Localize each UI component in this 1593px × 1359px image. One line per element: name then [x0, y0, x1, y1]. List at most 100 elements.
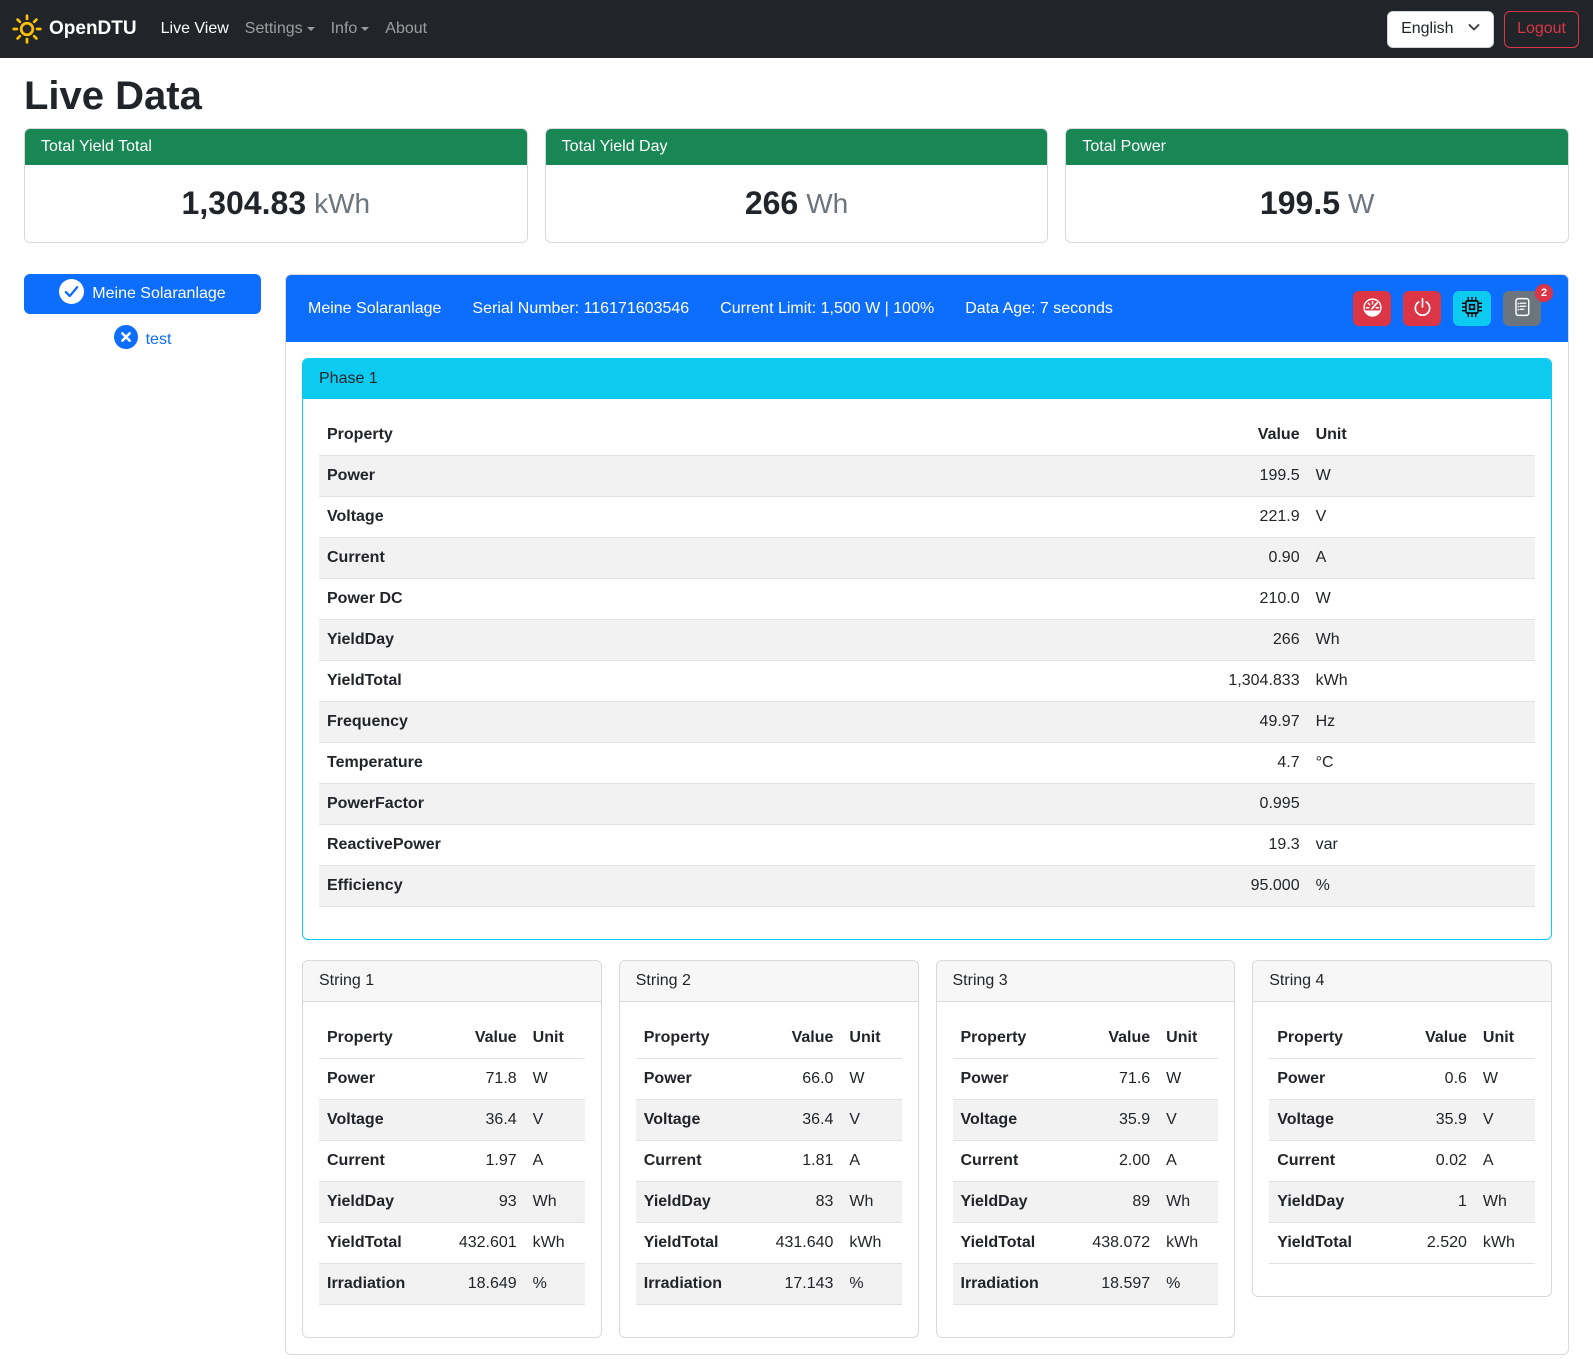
property-cell: Power: [319, 456, 1128, 497]
logout-button[interactable]: Logout: [1504, 11, 1579, 48]
table-row: YieldDay266Wh: [319, 620, 1535, 661]
summary-card-body: 1,304.83 kWh: [25, 165, 527, 242]
unit-cell: V: [1308, 497, 1535, 538]
table-row: PowerFactor0.995: [319, 784, 1535, 825]
unit-cell: °C: [1308, 743, 1535, 784]
property-cell: Irradiation: [636, 1264, 746, 1305]
summary-card-body: 266 Wh: [546, 165, 1048, 242]
value-cell: 36.4: [746, 1100, 842, 1141]
unit-cell: %: [1308, 866, 1535, 907]
unit-cell: Hz: [1308, 702, 1535, 743]
nav-item-label: About: [385, 20, 427, 38]
value-cell: 17.143: [746, 1264, 842, 1305]
unit-cell: Wh: [1475, 1182, 1535, 1223]
string-card-header: String 1: [303, 961, 601, 1002]
property-cell: YieldDay: [1269, 1182, 1379, 1223]
column-header-unit: Unit: [1475, 1018, 1535, 1059]
phase-table: Property Value Unit Power199.5WVoltage22…: [319, 415, 1535, 907]
property-cell: ReactivePower: [319, 825, 1128, 866]
column-header-unit: Unit: [1308, 415, 1535, 456]
phase-card-header: Phase 1: [303, 359, 1551, 399]
unit-cell: %: [841, 1264, 901, 1305]
unit-cell: A: [1158, 1141, 1218, 1182]
column-header-value: Value: [746, 1018, 842, 1059]
language-select[interactable]: English: [1387, 11, 1494, 48]
unit-cell: kWh: [1308, 661, 1535, 702]
unit-cell: Wh: [1308, 620, 1535, 661]
summary-cards-row: Total Yield Total 1,304.83 kWh Total Yie…: [24, 128, 1569, 243]
property-cell: YieldTotal: [319, 1223, 429, 1264]
summary-card-total-power: Total Power 199.5 W: [1065, 128, 1569, 243]
value-cell: 221.9: [1128, 497, 1308, 538]
sidebar-item-test[interactable]: test: [24, 325, 261, 354]
inverter-card-body: Phase 1 Property Value Unit: [286, 342, 1568, 1354]
unit-cell: Wh: [525, 1182, 585, 1223]
device-info-button[interactable]: [1453, 291, 1491, 326]
property-cell: YieldTotal: [1269, 1223, 1379, 1264]
nav-item-info[interactable]: Info: [323, 12, 378, 46]
value-cell: 2.00: [1063, 1141, 1159, 1182]
string-table: Property Value Unit Power0.6WVoltage35.9…: [1269, 1018, 1535, 1264]
table-row: YieldTotal438.072kWh: [953, 1223, 1219, 1264]
inverter-data-age: Data Age: 7 seconds: [965, 300, 1113, 318]
property-cell: Current: [636, 1141, 746, 1182]
inverter-card: Meine Solaranlage Serial Number: 1161716…: [285, 274, 1569, 1355]
unit-cell: [1308, 784, 1535, 825]
value-cell: 1.97: [429, 1141, 525, 1182]
unit-cell: kWh: [1158, 1223, 1218, 1264]
string-card-body: Property Value Unit Power71.8WVoltage36.…: [303, 1002, 601, 1337]
unit-cell: V: [841, 1100, 901, 1141]
nav-item-about[interactable]: About: [377, 12, 435, 46]
value-cell: 1,304.833: [1128, 661, 1308, 702]
value-cell: 0.02: [1379, 1141, 1475, 1182]
x-circle-icon: [114, 325, 138, 354]
unit-cell: A: [1475, 1141, 1535, 1182]
value-cell: 95.000: [1128, 866, 1308, 907]
brand[interactable]: OpenDTU: [12, 14, 137, 44]
column-header-value: Value: [429, 1018, 525, 1059]
check-circle-icon: [59, 279, 84, 309]
value-cell: 438.072: [1063, 1223, 1159, 1264]
string-table: Property Value Unit Power71.6WVoltage35.…: [953, 1018, 1219, 1305]
table-row: YieldDay83Wh: [636, 1182, 902, 1223]
event-log-button[interactable]: 2: [1503, 291, 1541, 326]
table-row: Voltage35.9V: [1269, 1100, 1535, 1141]
nav-item-live-view[interactable]: Live View: [153, 12, 237, 46]
property-cell: YieldTotal: [319, 661, 1128, 702]
power-settings-button[interactable]: [1403, 291, 1441, 326]
summary-card-title: Total Power: [1066, 129, 1568, 165]
column-header-property: Property: [319, 1018, 429, 1059]
column-header-unit: Unit: [525, 1018, 585, 1059]
property-cell: Efficiency: [319, 866, 1128, 907]
event-count-badge: 2: [1535, 284, 1553, 302]
table-row: Power71.8W: [319, 1059, 585, 1100]
table-row: YieldDay93Wh: [319, 1182, 585, 1223]
string-table: Property Value Unit Power71.8WVoltage36.…: [319, 1018, 585, 1305]
summary-card-body: 199.5 W: [1066, 165, 1568, 242]
column-header-property: Property: [319, 415, 1128, 456]
nav-item-label: Info: [331, 20, 358, 38]
summary-card-value: 199.5: [1260, 185, 1340, 222]
table-row: Voltage221.9V: [319, 497, 1535, 538]
table-row: Current0.90A: [319, 538, 1535, 579]
table-row: Efficiency95.000%: [319, 866, 1535, 907]
property-cell: YieldDay: [953, 1182, 1063, 1223]
limit-settings-button[interactable]: [1353, 291, 1391, 326]
table-row: YieldTotal432.601kWh: [319, 1223, 585, 1264]
unit-cell: V: [525, 1100, 585, 1141]
table-row: Irradiation18.649%: [319, 1264, 585, 1305]
column-header-value: Value: [1379, 1018, 1475, 1059]
string-card-header: String 3: [937, 961, 1235, 1002]
caret-down-icon: [361, 27, 369, 31]
speedometer-icon: [1362, 297, 1383, 321]
unit-cell: W: [841, 1059, 901, 1100]
table-row: YieldTotal1,304.833kWh: [319, 661, 1535, 702]
unit-cell: V: [1475, 1100, 1535, 1141]
table-row: Power199.5W: [319, 456, 1535, 497]
property-cell: Power: [1269, 1059, 1379, 1100]
sidebar-item-meine-solaranlage[interactable]: Meine Solaranlage: [24, 274, 261, 314]
phase-card-body: Property Value Unit Power199.5WVoltage22…: [303, 399, 1551, 939]
nav-item-settings[interactable]: Settings: [237, 12, 323, 46]
column-header-unit: Unit: [841, 1018, 901, 1059]
property-cell: Temperature: [319, 743, 1128, 784]
